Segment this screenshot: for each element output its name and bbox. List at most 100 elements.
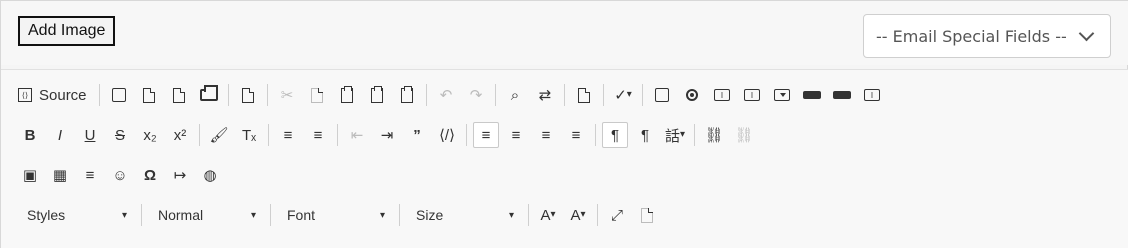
button-field-button[interactable]: [799, 82, 825, 108]
size-label: Size: [416, 207, 444, 223]
select-all-button[interactable]: [571, 82, 597, 108]
bulleted-list-button[interactable]: ≡: [305, 122, 331, 148]
numbered-list-button[interactable]: ≡: [275, 122, 301, 148]
increase-indent-button[interactable]: ⇥: [374, 122, 400, 148]
print-button[interactable]: [196, 82, 222, 108]
italic-button[interactable]: I: [47, 122, 73, 148]
justify-icon: ≡: [571, 126, 581, 144]
hidden-field-icon: I: [864, 89, 880, 101]
background-color-button[interactable]: A ▾: [565, 202, 591, 228]
styles-label: Styles: [27, 207, 66, 223]
show-blocks-button[interactable]: [634, 202, 660, 228]
maximize-icon: ⤢: [610, 206, 623, 224]
paste-text-button[interactable]: [364, 82, 390, 108]
superscript-button[interactable]: x²: [167, 122, 193, 148]
replace-icon: ⇄: [538, 87, 552, 104]
styles-combo[interactable]: Styles ▾: [17, 202, 135, 228]
underline-button[interactable]: U: [77, 122, 103, 148]
horizontal-line-button[interactable]: ≡: [77, 162, 103, 188]
toolbar-separator: [603, 84, 604, 106]
find-button[interactable]: ⌕: [502, 82, 528, 108]
toolbar-row-4: Styles ▾ Normal ▾ Font ▾ Size ▾ A ▾ A ▾ ⤢: [17, 201, 660, 229]
toolbar-separator: [564, 84, 565, 106]
dropdown-arrow-icon: ▾: [679, 129, 686, 140]
replace-button[interactable]: ⇄: [532, 82, 558, 108]
templates-button[interactable]: [235, 82, 261, 108]
redo-icon: ↷: [469, 87, 483, 104]
toolbar-separator: [99, 84, 100, 106]
quote-icon: ”: [413, 126, 421, 144]
subscript-button[interactable]: x₂: [137, 122, 163, 148]
paste-from-word-button[interactable]: [394, 82, 420, 108]
select-icon: [774, 89, 790, 101]
format-combo[interactable]: Normal ▾: [148, 202, 264, 228]
blockquote-button[interactable]: ”: [404, 122, 430, 148]
page-break-button[interactable]: ↦: [167, 162, 193, 188]
undo-button[interactable]: ↶: [433, 82, 459, 108]
font-label: Font: [287, 207, 316, 223]
textarea-button[interactable]: I: [739, 82, 765, 108]
select-button[interactable]: [769, 82, 795, 108]
align-left-button[interactable]: ≡: [473, 122, 499, 148]
horizontal-line-icon: ≡: [85, 166, 95, 184]
text-field-button[interactable]: I: [709, 82, 735, 108]
toolbar-separator: [267, 84, 268, 106]
add-image-button[interactable]: Add Image: [18, 16, 116, 46]
checkbox-button[interactable]: [649, 82, 675, 108]
maximize-button[interactable]: ⤢: [604, 202, 630, 228]
toolbar-separator: [141, 204, 142, 226]
chevron-down-icon: ▾: [379, 209, 385, 221]
link-button[interactable]: ⛓: [701, 122, 727, 148]
table-button[interactable]: ▦: [47, 162, 73, 188]
toolbar-separator: [268, 124, 269, 146]
copy-button[interactable]: [304, 82, 330, 108]
search-icon: ⌕: [510, 86, 520, 104]
strikethrough-button[interactable]: S: [107, 122, 133, 148]
image-button[interactable]: ▣: [17, 162, 43, 188]
copy-formatting-button[interactable]: 🖌: [206, 122, 232, 148]
email-special-fields-label: -- Email Special Fields --: [876, 26, 1067, 46]
font-combo[interactable]: Font ▾: [277, 202, 393, 228]
div-container-button[interactable]: ⟨/⟩: [434, 122, 460, 148]
bold-button[interactable]: B: [17, 122, 43, 148]
smiley-button[interactable]: ☺: [107, 162, 133, 188]
dropdown-arrow-icon: ▾: [626, 89, 632, 100]
paste-button[interactable]: [334, 82, 360, 108]
paste-word-icon: [401, 85, 413, 103]
align-right-button[interactable]: ≡: [533, 122, 559, 148]
save-icon: [112, 88, 126, 102]
underline-icon: U: [84, 126, 96, 144]
language-icon: 話: [664, 127, 680, 145]
toolbar-row-3: ▣ ▦ ≡ ☺ Ω ↦ ◍: [17, 161, 223, 189]
text-color-button[interactable]: A ▾: [535, 202, 561, 228]
language-button[interactable]: 話 ▾: [662, 122, 688, 148]
source-button[interactable]: ⟨⟩ Source: [17, 82, 93, 108]
chevron-down-icon: ▾: [508, 209, 514, 221]
size-combo[interactable]: Size ▾: [406, 202, 522, 228]
hidden-field-button[interactable]: I: [859, 82, 885, 108]
new-page-button[interactable]: [136, 82, 162, 108]
save-button[interactable]: [106, 82, 132, 108]
redo-button[interactable]: ↷: [463, 82, 489, 108]
numbered-list-icon: ≡: [283, 126, 293, 144]
spellcheck-button[interactable]: ✓ ▾: [610, 82, 636, 108]
email-special-fields-select[interactable]: -- Email Special Fields --: [863, 14, 1111, 58]
subscript-icon: x₂: [143, 126, 157, 144]
iframe-button[interactable]: ◍: [197, 162, 223, 188]
special-character-button[interactable]: Ω: [137, 162, 163, 188]
unlink-button[interactable]: ⛓: [731, 122, 757, 148]
right-to-left-button[interactable]: ¶: [632, 122, 658, 148]
strikethrough-icon: S: [114, 126, 125, 144]
preview-button[interactable]: [166, 82, 192, 108]
radio-button[interactable]: [679, 82, 705, 108]
align-center-button[interactable]: ≡: [503, 122, 529, 148]
remove-format-button[interactable]: Tₓ: [236, 122, 262, 148]
table-icon: ▦: [52, 167, 68, 184]
justify-button[interactable]: ≡: [563, 122, 589, 148]
new-page-icon: [143, 87, 155, 103]
left-to-right-button[interactable]: ¶: [602, 122, 628, 148]
chevron-down-icon: ▾: [250, 209, 256, 221]
image-button-field-button[interactable]: [829, 82, 855, 108]
cut-button[interactable]: ✂: [274, 82, 300, 108]
decrease-indent-button[interactable]: ⇤: [344, 122, 370, 148]
